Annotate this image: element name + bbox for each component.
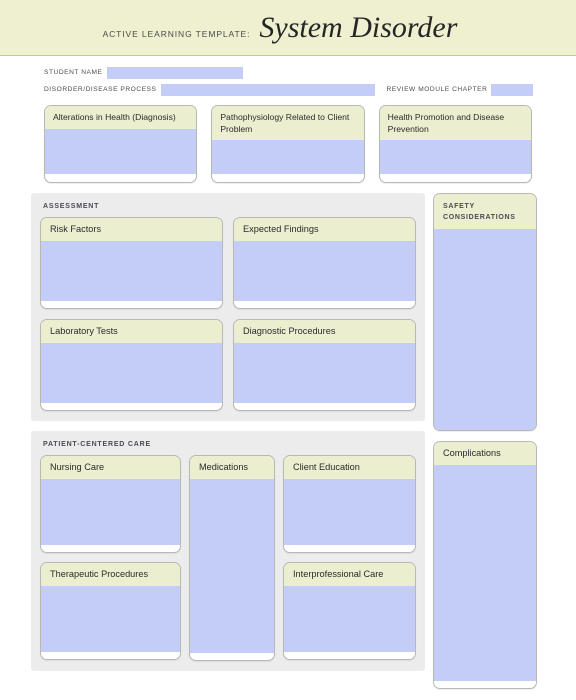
review-module-chapter-label: REVIEW MODULE CHAPTER — [386, 86, 488, 93]
box-pathophysiology-input[interactable] — [212, 140, 364, 174]
box-safety-considerations[interactable]: SAFETY CONSIDERATIONS — [433, 193, 537, 431]
disorder-process-row: DISORDER/DISEASE PROCESS REVIEW MODULE C… — [0, 82, 576, 96]
box-risk-factors-title: Risk Factors — [41, 218, 222, 241]
box-medications[interactable]: Medications — [189, 455, 275, 661]
box-laboratory-tests-title: Laboratory Tests — [41, 320, 222, 343]
box-alterations-in-health[interactable]: Alterations in Health (Diagnosis) — [44, 105, 198, 183]
top-box-row: Alterations in Health (Diagnosis) Pathop… — [0, 96, 576, 183]
meta-fields: STUDENT NAME DISORDER/DISEASE PROCESS RE… — [0, 56, 576, 96]
review-module-chapter-input[interactable] — [491, 84, 534, 96]
patient-centered-care-grid: Nursing Care Therapeutic Procedures Medi… — [40, 455, 416, 661]
page-title: System Disorder — [259, 10, 458, 44]
pcc-column-middle: Medications — [189, 455, 275, 661]
box-risk-factors-input[interactable] — [41, 240, 222, 301]
box-complications[interactable]: Complications — [433, 441, 537, 689]
box-safety-considerations-title: SAFETY CONSIDERATIONS — [434, 194, 536, 229]
left-column: ASSESSMENT Risk Factors Expected Finding… — [31, 193, 425, 671]
box-interprofessional-care-input[interactable] — [284, 585, 415, 652]
box-complications-title: Complications — [434, 442, 536, 465]
header-title-group: ACTIVE LEARNING TEMPLATE: System Disorde… — [102, 10, 458, 44]
box-complications-input[interactable] — [434, 464, 536, 681]
box-expected-findings-input[interactable] — [234, 240, 415, 301]
disorder-process-label: DISORDER/DISEASE PROCESS — [44, 86, 157, 93]
box-expected-findings[interactable]: Expected Findings — [233, 217, 416, 309]
box-alterations-in-health-input[interactable] — [45, 128, 197, 174]
box-diagnostic-procedures-input[interactable] — [234, 342, 415, 403]
box-client-education-input[interactable] — [284, 478, 415, 545]
box-medications-input[interactable] — [190, 478, 274, 653]
box-health-promotion-input[interactable] — [379, 140, 531, 174]
box-client-education-title: Client Education — [284, 456, 415, 479]
patient-centered-care-panel: PATIENT-CENTERED CARE Nursing Care Thera… — [31, 431, 425, 671]
box-alterations-in-health-title: Alterations in Health (Diagnosis) — [45, 106, 197, 129]
box-laboratory-tests-input[interactable] — [41, 342, 222, 403]
box-risk-factors[interactable]: Risk Factors — [40, 217, 223, 309]
box-interprofessional-care[interactable]: Interprofessional Care — [283, 562, 416, 660]
box-medications-title: Medications — [190, 456, 274, 479]
box-pathophysiology[interactable]: Pathophysiology Related to Client Proble… — [211, 105, 365, 183]
disorder-process-input[interactable] — [160, 84, 375, 96]
box-health-promotion-title: Health Promotion and Disease Prevention — [379, 106, 531, 140]
assessment-row-1: Risk Factors Expected Findings — [40, 217, 416, 309]
template-header-band: ACTIVE LEARNING TEMPLATE: System Disorde… — [0, 0, 576, 56]
pcc-column-left: Nursing Care Therapeutic Procedures — [40, 455, 181, 661]
student-name-label: STUDENT NAME — [44, 69, 103, 76]
body-grid: ASSESSMENT Risk Factors Expected Finding… — [0, 183, 576, 689]
template-kicker: ACTIVE LEARNING TEMPLATE: — [102, 28, 251, 39]
right-column: SAFETY CONSIDERATIONS Complications — [433, 193, 537, 689]
box-diagnostic-procedures-title: Diagnostic Procedures — [234, 320, 415, 343]
box-nursing-care-title: Nursing Care — [41, 456, 180, 479]
box-therapeutic-procedures-input[interactable] — [41, 585, 180, 652]
box-nursing-care-input[interactable] — [41, 478, 180, 545]
assessment-section-title: ASSESSMENT — [43, 203, 100, 210]
assessment-panel: ASSESSMENT Risk Factors Expected Finding… — [31, 193, 425, 421]
box-health-promotion[interactable]: Health Promotion and Disease Prevention — [378, 105, 532, 183]
student-name-input[interactable] — [106, 67, 243, 79]
pcc-column-right: Client Education Interprofessional Care — [283, 455, 416, 661]
box-therapeutic-procedures-title: Therapeutic Procedures — [41, 563, 180, 586]
box-therapeutic-procedures[interactable]: Therapeutic Procedures — [40, 562, 181, 660]
box-safety-considerations-input[interactable] — [434, 229, 536, 430]
box-nursing-care[interactable]: Nursing Care — [40, 455, 181, 553]
assessment-row-2: Laboratory Tests Diagnostic Procedures — [40, 319, 416, 411]
box-diagnostic-procedures[interactable]: Diagnostic Procedures — [233, 319, 416, 411]
box-laboratory-tests[interactable]: Laboratory Tests — [40, 319, 223, 411]
box-pathophysiology-title: Pathophysiology Related to Client Proble… — [212, 106, 364, 140]
box-client-education[interactable]: Client Education — [283, 455, 416, 553]
box-expected-findings-title: Expected Findings — [234, 218, 415, 241]
box-interprofessional-care-title: Interprofessional Care — [284, 563, 415, 586]
student-name-row: STUDENT NAME — [0, 65, 576, 79]
patient-centered-care-section-title: PATIENT-CENTERED CARE — [43, 441, 151, 448]
